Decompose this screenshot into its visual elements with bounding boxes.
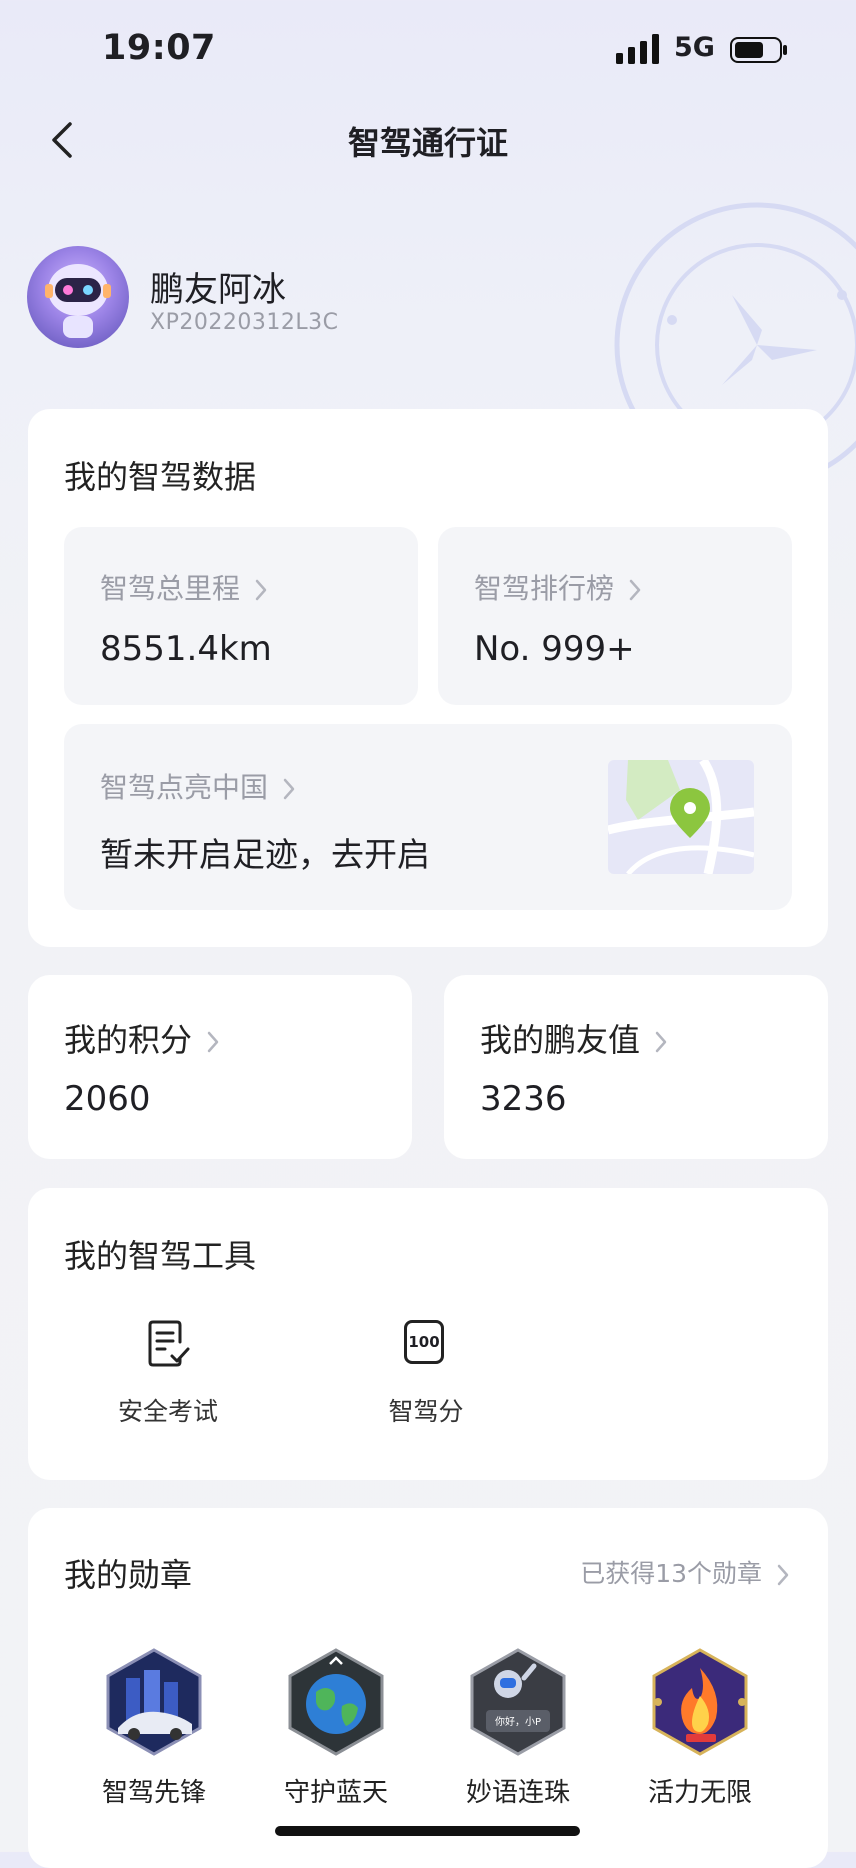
medals-title: 我的勋章 [64,1556,193,1594]
tool-label: 智驾分 [388,1397,464,1426]
robot-avatar-icon [45,264,111,338]
tool-driving-score[interactable]: 100 智驾分 [356,1318,496,1438]
score-icon-text: 100 [408,1333,440,1351]
chevron-right-icon [207,1031,219,1053]
fire-medal-icon [652,1648,748,1756]
medal-item[interactable]: 智驾先锋 [74,1648,234,1808]
light-up-china-label: 智驾点亮中国 [100,771,269,804]
medals-card: 我的勋章 已获得13个勋章 智驾先锋 守护蓝天 你好，小P 妙语连珠 活力无限 [28,1508,828,1868]
ranking-tile[interactable]: 智驾排行榜 No. 999+ [438,527,792,705]
medal-label: 智驾先锋 [101,1778,206,1808]
status-time: 19:07 [102,28,216,68]
friend-value-label: 我的鹏友值 [480,1021,641,1059]
ranking-label-row: 智驾排行榜 [474,567,642,607]
mileage-label-row: 智驾总里程 [100,567,268,607]
chevron-right-icon [655,1031,667,1053]
chevron-right-icon [255,579,267,601]
medal-badge-text: 你好，小P [495,1715,541,1728]
user-id: XP20220312L3C [150,310,339,335]
chevron-right-icon [629,579,641,601]
friend-value-card[interactable]: 我的鹏友值 3236 [444,975,828,1159]
medal-item[interactable]: 活力无限 [620,1648,780,1808]
ranking-label: 智驾排行榜 [474,572,615,605]
mileage-label: 智驾总里程 [100,572,241,605]
earth-medal-icon [288,1648,384,1756]
avatar[interactable] [27,246,129,348]
medal-item[interactable]: 你好，小P 妙语连珠 [438,1648,598,1808]
light-up-china-tile[interactable]: 智驾点亮中国 暂未开启足迹，去开启 [64,724,792,910]
home-indicator[interactable] [275,1826,580,1836]
ranking-value: No. 999+ [474,629,635,669]
astronaut-medal-icon: 你好，小P [470,1648,566,1756]
mileage-tile[interactable]: 智驾总里程 8551.4km [64,527,418,705]
page-title: 智驾通行证 [347,124,508,162]
tools-card: 我的智驾工具 安全考试 100 智驾分 [28,1188,828,1480]
network-type: 5G [674,32,715,63]
points-card[interactable]: 我的积分 2060 [28,975,412,1159]
map-pin-icon [608,760,754,874]
medal-item[interactable]: 守护蓝天 [256,1648,416,1808]
medals-summary: 已获得13个勋章 [580,1559,762,1588]
mileage-value: 8551.4km [100,629,272,669]
light-up-china-label-row: 智驾点亮中国 [100,766,296,806]
points-label: 我的积分 [64,1021,193,1059]
friend-value-value: 3236 [480,1079,567,1119]
chevron-right-icon [283,778,295,800]
light-up-china-value: 暂未开启足迹，去开启 [100,835,430,874]
tool-safety-exam[interactable]: 安全考试 [98,1318,238,1438]
tools-title: 我的智驾工具 [64,1237,257,1275]
score-100-icon: 100 [404,1320,444,1364]
points-label-row: 我的积分 [64,1015,220,1061]
smart-driving-data-card: 我的智驾数据 智驾总里程 8551.4km 智驾排行榜 No. 999+ 智驾点… [28,409,828,947]
exam-checklist-icon [148,1320,190,1367]
chevron-right-icon [777,1564,789,1586]
points-value: 2060 [64,1079,151,1119]
car-city-medal-icon [106,1648,202,1756]
section-title: 我的智驾数据 [64,458,257,496]
medal-label: 妙语连珠 [465,1778,570,1808]
friend-value-label-row: 我的鹏友值 [480,1015,668,1061]
medal-label: 活力无限 [647,1778,752,1808]
signal-icon [616,34,659,64]
tool-label: 安全考试 [117,1397,218,1426]
username: 鹏友阿冰 [150,270,286,310]
medal-label: 守护蓝天 [283,1778,388,1808]
battery-icon [730,37,787,63]
medals-summary-link[interactable]: 已获得13个勋章 [580,1554,790,1590]
